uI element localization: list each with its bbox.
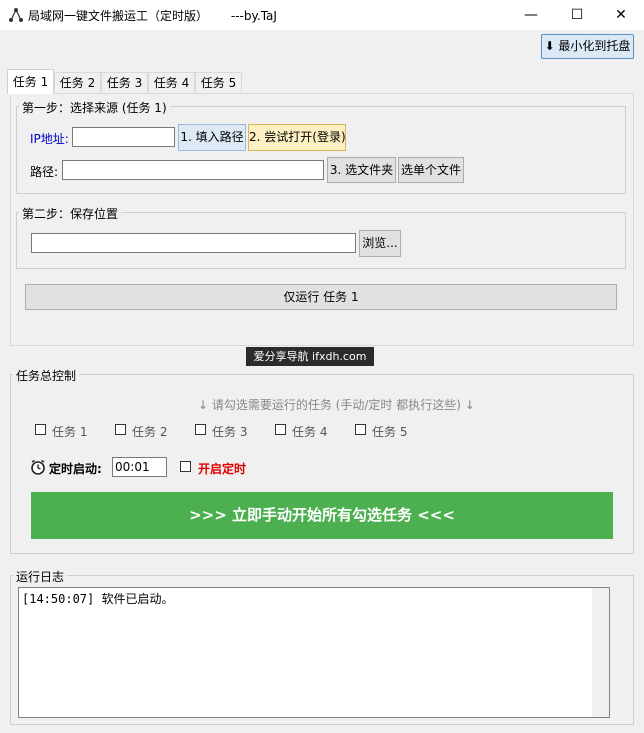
network-icon — [9, 8, 23, 22]
task-2-checkbox-label: 任务 2 — [132, 425, 168, 439]
path-input[interactable] — [62, 160, 324, 180]
run-task-button[interactable]: 仅运行 任务 1 — [25, 284, 617, 310]
timer-label: 定时启动: — [49, 462, 102, 476]
task-3-checkbox[interactable] — [195, 424, 206, 435]
tab-task-2[interactable]: 任务 2 — [54, 72, 101, 92]
step2-legend: 第二步：保存位置 — [19, 205, 122, 222]
task-select-hint: ↓ 请勾选需要运行的任务 (手动/定时 都执行这些) ↓ — [198, 398, 475, 412]
minimize-to-tray-button[interactable]: ⬇ 最小化到托盘 — [541, 34, 634, 59]
log-scrollbar[interactable] — [592, 588, 609, 717]
browse-button[interactable]: 浏览... — [359, 230, 401, 257]
task-3-checkbox-label: 任务 3 — [212, 425, 248, 439]
task-4-checkbox[interactable] — [275, 424, 286, 435]
try-open-button[interactable]: 2. 尝试打开(登录) — [248, 124, 346, 151]
save-path-input[interactable] — [31, 233, 356, 253]
task-5-checkbox-label: 任务 5 — [372, 425, 408, 439]
tab-task-1[interactable]: 任务 1 — [7, 69, 54, 94]
task-4-checkbox-label: 任务 4 — [292, 425, 328, 439]
select-folder-button[interactable]: 3. 选文件夹 — [327, 157, 396, 183]
start-all-tasks-button[interactable]: >>> 立即手动开始所有勾选任务 <<< — [31, 492, 613, 539]
tab-task-4[interactable]: 任务 4 — [148, 72, 195, 92]
title-bar: 局域网一键文件搬运工（定时版） ---by.TaJ — ☐ ✕ — [0, 0, 644, 30]
ip-input[interactable] — [72, 127, 175, 147]
enable-timer-label: 开启定时 — [198, 462, 247, 476]
maximize-button[interactable]: ☐ — [554, 0, 600, 30]
log-textarea[interactable]: [14:50:07] 软件已启动。 — [18, 587, 610, 718]
alarm-clock-icon — [31, 459, 45, 475]
enable-timer-checkbox[interactable] — [180, 461, 191, 472]
tab-task-3[interactable]: 任务 3 — [101, 72, 148, 92]
control-legend: 任务总控制 — [13, 367, 80, 384]
watermark-overlay: 爱分享导航 ifxdh.com — [246, 347, 374, 366]
tab-task-5[interactable]: 任务 5 — [195, 72, 242, 92]
log-line: [14:50:07] 软件已启动。 — [22, 592, 174, 606]
minimize-button[interactable]: — — [508, 0, 554, 30]
task-1-checkbox[interactable] — [35, 424, 46, 435]
task-1-checkbox-label: 任务 1 — [52, 425, 88, 439]
window-title: 局域网一键文件搬运工（定时版） ---by.TaJ — [28, 9, 277, 23]
path-label: 路径: — [30, 165, 59, 179]
select-file-button[interactable]: 选单个文件 — [398, 157, 464, 183]
task-2-checkbox[interactable] — [115, 424, 126, 435]
timer-time-input[interactable]: 00:01 — [112, 457, 167, 477]
ip-label: IP地址: — [30, 132, 69, 146]
fill-path-button[interactable]: 1. 填入路径 — [178, 124, 246, 151]
task-5-checkbox[interactable] — [355, 424, 366, 435]
close-button[interactable]: ✕ — [598, 0, 644, 30]
log-legend: 运行日志 — [13, 568, 68, 585]
step1-legend: 第一步：选择来源 (任务 1) — [19, 99, 170, 116]
